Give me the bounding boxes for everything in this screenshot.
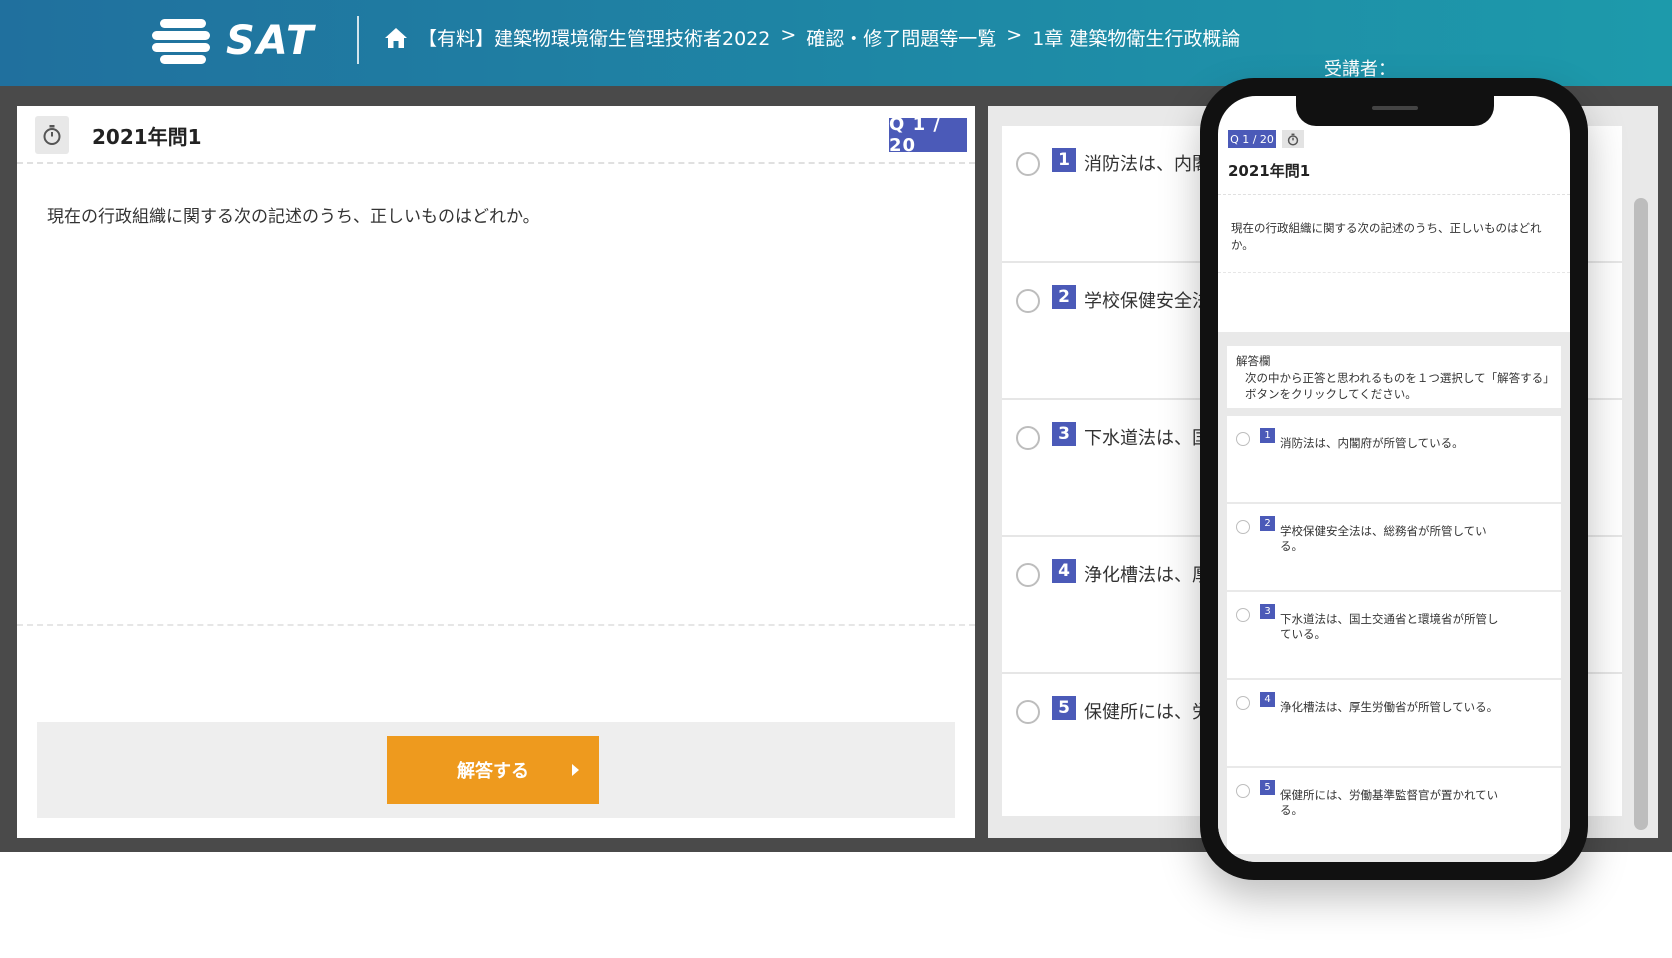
- breadcrumb-separator: >: [780, 24, 797, 46]
- phone-mockup: Q 1 / 20 2021年問1 現在の行政組織に関する次の記述のうち、正しいも…: [1200, 78, 1588, 880]
- option-text: 消防法は、内閣府が所管している。: [1280, 436, 1464, 450]
- breadcrumb: 【有料】建築物環境衛生管理技術者2022 > 確認・修了問題等一覧 > 1章 建…: [418, 24, 1240, 51]
- question-title: 2021年問1: [92, 125, 202, 149]
- stopwatch-icon: [43, 125, 61, 145]
- submit-answer-label: 解答する: [457, 761, 529, 781]
- option-number: 4: [1260, 692, 1275, 707]
- breadcrumb-chapter: 1章 建築物衛生行政概論: [1032, 28, 1241, 50]
- mobile-answer-header: 解答欄 次の中から正答と思われるものを１つ選択して「解答する」ボタンをクリックし…: [1227, 346, 1561, 408]
- option-number: 1: [1052, 148, 1076, 172]
- radio-button[interactable]: [1236, 696, 1250, 710]
- question-counter: Q 1 / 20: [889, 114, 967, 156]
- mobile-option-item[interactable]: 3 下水道法は、国土交通省と環境省が所管している。: [1227, 592, 1561, 678]
- mobile-option-item[interactable]: 4 浄化槽法は、厚生労働省が所管している。: [1227, 680, 1561, 766]
- option-text: 保健所には、労: [1084, 702, 1210, 723]
- option-number: 1: [1260, 428, 1275, 443]
- mobile-question-title: 2021年問1: [1228, 162, 1311, 180]
- option-number: 4: [1052, 559, 1076, 583]
- phone-screen: Q 1 / 20 2021年問1 現在の行政組織に関する次の記述のうち、正しいも…: [1218, 96, 1570, 862]
- divider: [1218, 194, 1570, 195]
- timer-button[interactable]: [35, 116, 69, 154]
- mobile-option-item[interactable]: 5 保健所には、労働基準監督官が置かれている。: [1227, 768, 1561, 854]
- top-header: SAT 【有料】建築物環境衛生管理技術者2022 > 確認・修了問題等一覧 > …: [0, 0, 1672, 86]
- header-divider: [357, 16, 359, 64]
- option-number: 3: [1260, 604, 1275, 619]
- mobile-option-item[interactable]: 1 消防法は、内閣府が所管している。: [1227, 416, 1561, 502]
- chevron-right-icon: [572, 764, 579, 776]
- divider: [17, 624, 975, 626]
- submit-answer-button[interactable]: 解答する: [387, 736, 599, 804]
- question-text: 現在の行政組織に関する次の記述のうち、正しいものはどれか。: [47, 207, 540, 227]
- radio-button[interactable]: [1236, 520, 1250, 534]
- mobile-timer-button[interactable]: [1282, 130, 1304, 148]
- sat-logo[interactable]: SAT: [152, 16, 315, 66]
- breadcrumb-separator: >: [1006, 24, 1023, 46]
- radio-button[interactable]: [1236, 608, 1250, 622]
- mobile-option-item[interactable]: 2 学校保健安全法は、総務省が所管している。: [1227, 504, 1561, 590]
- option-number: 5: [1052, 696, 1076, 720]
- phone-notch: [1296, 96, 1494, 126]
- mobile-question-counter: Q 1 / 20: [1228, 130, 1276, 148]
- logo-text: SAT: [226, 18, 316, 64]
- breadcrumb-course[interactable]: 【有料】建築物環境衛生管理技術者2022: [418, 24, 770, 51]
- breadcrumb-list[interactable]: 確認・修了問題等一覧: [806, 24, 996, 51]
- scrollbar[interactable]: [1634, 198, 1648, 830]
- option-text: 学校保健安全法: [1084, 291, 1210, 312]
- answer-area: 解答する: [37, 722, 955, 818]
- option-text: 保健所には、労働基準監督官が置かれている。: [1280, 788, 1499, 817]
- radio-button[interactable]: [1016, 152, 1040, 176]
- stopwatch-icon: [1287, 133, 1299, 146]
- option-text: 浄化槽法は、厚: [1084, 565, 1210, 586]
- question-panel: 2021年問1 Q 1 / 20 現在の行政組織に関する次の記述のうち、正しいも…: [17, 106, 975, 838]
- option-text: 下水道法は、国: [1084, 428, 1210, 449]
- mobile-question-text: 現在の行政組織に関する次の記述のうち、正しいものはどれか。: [1231, 221, 1542, 252]
- menu-icon[interactable]: [152, 17, 210, 65]
- option-text: 浄化槽法は、厚生労働省が所管している。: [1280, 700, 1499, 714]
- radio-button[interactable]: [1016, 426, 1040, 450]
- radio-button[interactable]: [1016, 563, 1040, 587]
- option-number: 2: [1260, 516, 1275, 531]
- answer-instruction: 次の中から正答と思われるものを１つ選択して「解答する」ボタンをクリックしてくださ…: [1245, 371, 1555, 401]
- divider: [1218, 272, 1570, 273]
- radio-button[interactable]: [1236, 784, 1250, 798]
- radio-button[interactable]: [1016, 289, 1040, 313]
- home-icon[interactable]: [384, 26, 408, 50]
- radio-button[interactable]: [1236, 432, 1250, 446]
- option-text: 消防法は、内閣: [1084, 154, 1210, 175]
- option-text: 下水道法は、国土交通省と環境省が所管している。: [1280, 612, 1499, 641]
- option-text: 学校保健安全法は、総務省が所管している。: [1280, 524, 1487, 553]
- option-number: 2: [1052, 285, 1076, 309]
- question-header: 2021年問1 Q 1 / 20: [17, 106, 975, 164]
- option-number: 3: [1052, 422, 1076, 446]
- radio-button[interactable]: [1016, 700, 1040, 724]
- answer-label: 解答欄: [1236, 354, 1271, 368]
- option-number: 5: [1260, 780, 1275, 795]
